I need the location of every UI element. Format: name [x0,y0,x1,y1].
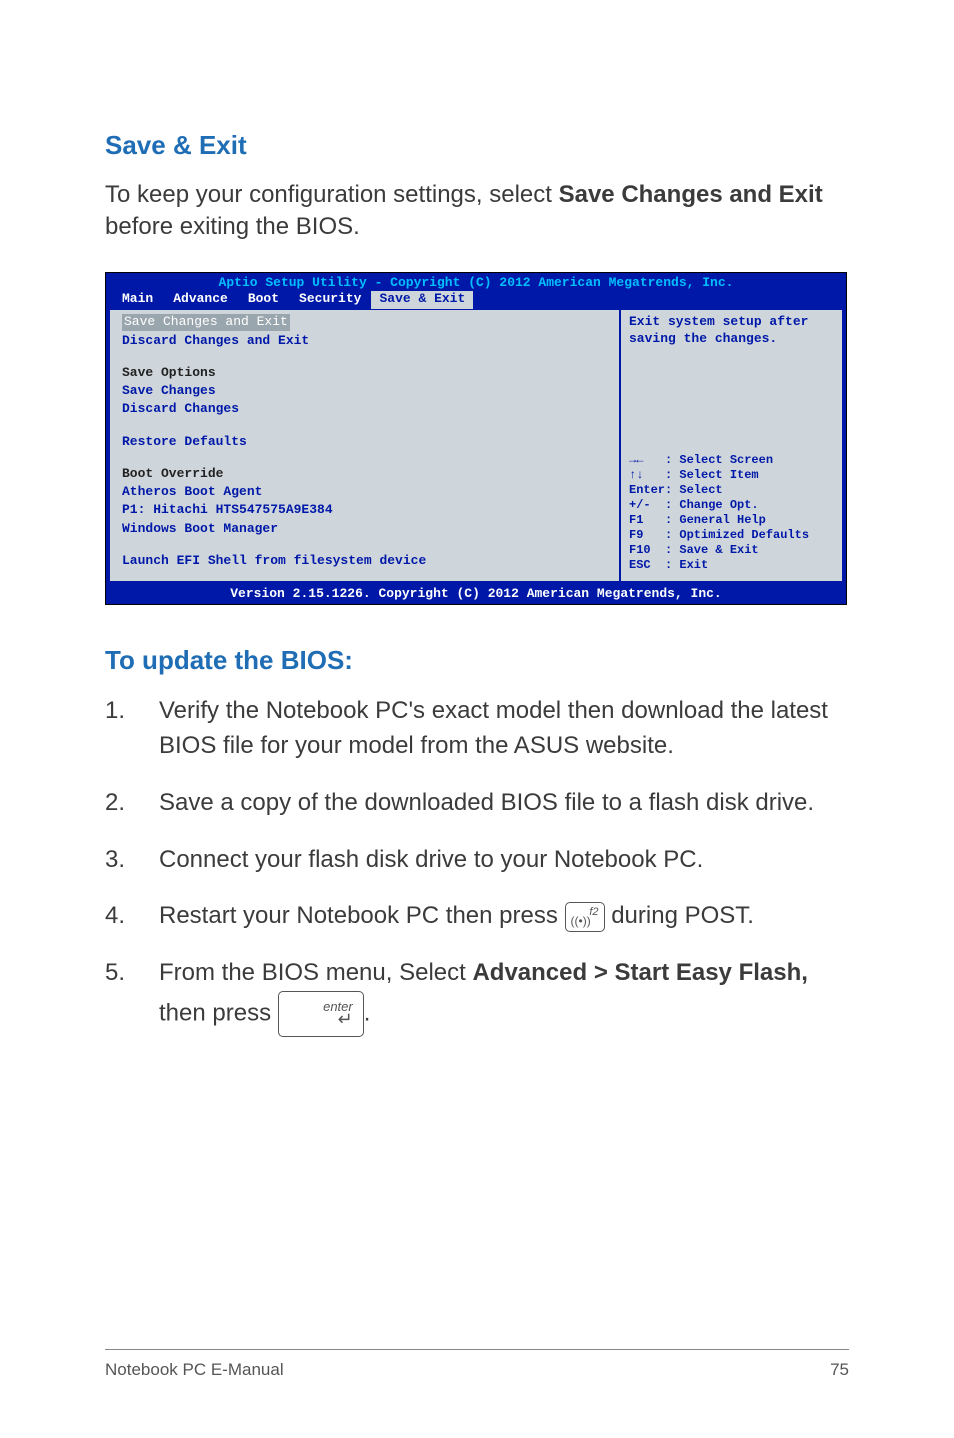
bios-body: Save Changes and Exit Discard Changes an… [106,309,846,585]
f2-key-icon: f2((•)) [565,902,605,932]
bios-topbar: Aptio Setup Utility - Copyright (C) 2012… [106,273,846,310]
bios-title: Aptio Setup Utility - Copyright (C) 2012… [112,275,840,291]
bios-tab-boot: Boot [238,291,289,309]
footer-left: Notebook PC E-Manual [105,1360,284,1380]
step-4-post: during POST. [605,902,754,929]
bios-item-save-changes-exit: Save Changes and Exit [122,314,290,330]
bios-item-atheros: Atheros Boot Agent [122,484,609,500]
bios-tab-security: Security [289,291,371,309]
save-exit-heading: Save & Exit [105,130,849,161]
step-2: Save a copy of the downloaded BIOS file … [105,786,849,821]
step-5-mid: then press [159,999,278,1026]
save-exit-intro: To keep your configuration settings, sel… [105,179,849,244]
bios-item-launch-efi: Launch EFI Shell from filesystem device [122,553,609,569]
step-1: Verify the Notebook PC's exact model the… [105,694,849,764]
f2-glyph: ((•)) [571,915,591,928]
bios-tab-save-exit: Save & Exit [371,291,473,309]
bios-help-text: Exit system setup after saving the chang… [629,314,834,347]
step-5-pre: From the BIOS menu, Select [159,959,472,986]
bios-tab-advance: Advance [163,291,238,309]
bios-help-line2: saving the changes. [629,331,834,347]
bios-footer: Version 2.15.1226. Copyright (C) 2012 Am… [106,585,846,604]
intro-text-bold: Save Changes and Exit [559,181,823,208]
bios-item-discard-changes: Discard Changes [122,401,609,417]
update-bios-heading: To update the BIOS: [105,645,849,676]
bios-right-pane: Exit system setup after saving the chang… [621,310,846,585]
page-footer: Notebook PC E-Manual 75 [105,1349,849,1380]
bios-item-discard-changes-exit: Discard Changes and Exit [122,333,609,349]
bios-group-save-options: Save Options [122,365,609,381]
bios-left-pane: Save Changes and Exit Discard Changes an… [106,310,621,585]
step-3: Connect your flash disk drive to your No… [105,843,849,878]
bios-group-boot-override: Boot Override [122,466,609,482]
step-5: From the BIOS menu, Select Advanced > St… [105,956,849,1037]
bios-item-save-changes: Save Changes [122,383,609,399]
intro-text-post: before exiting the BIOS. [105,213,360,240]
bios-tabs: Main Advance Boot Security Save & Exit [112,291,840,309]
enter-key-icon: enter↵ [278,991,364,1037]
intro-text-pre: To keep your configuration settings, sel… [105,181,559,208]
bios-help-line1: Exit system setup after [629,314,834,330]
step-5-bold: Advanced > Start Easy Flash, [472,959,807,986]
bios-screenshot: Aptio Setup Utility - Copyright (C) 2012… [105,272,847,606]
footer-page-number: 75 [830,1360,849,1380]
bios-item-windows-boot: Windows Boot Manager [122,521,609,537]
step-5-post: . [364,999,371,1026]
bios-item-hitachi: P1: Hitachi HTS547575A9E384 [122,502,609,518]
enter-arrow-icon: ↵ [338,1010,353,1028]
step-4: Restart your Notebook PC then press f2((… [105,899,849,934]
update-bios-steps: Verify the Notebook PC's exact model the… [105,694,849,1037]
bios-key-legend: →← : Select Screen ↑↓ : Select Item Ente… [629,453,834,573]
bios-item-restore-defaults: Restore Defaults [122,434,609,450]
step-4-pre: Restart your Notebook PC then press [159,902,565,929]
bios-tab-main: Main [112,291,163,309]
